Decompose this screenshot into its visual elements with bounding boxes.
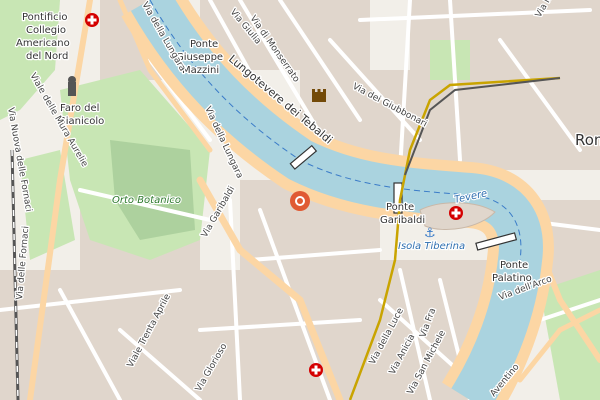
hospital-cross-icon[interactable]	[85, 13, 99, 27]
location-marker-icon[interactable]	[290, 191, 310, 211]
label-ponte-garibaldi-2: Garibaldi	[380, 215, 425, 226]
svg-text:⚓: ⚓	[424, 226, 436, 241]
label-roma: Roma	[575, 131, 600, 149]
label-americano: Americano	[16, 38, 70, 49]
label-faro-1: Faro del	[60, 103, 99, 114]
anchor-icon[interactable]: ⚓	[424, 226, 436, 241]
hospital-cross-icon[interactable]	[309, 363, 323, 377]
castle-icon[interactable]	[312, 89, 326, 102]
label-del-nord: del Nord	[26, 51, 68, 62]
map-canvas[interactable]: Pontificio Collegio Americano del Nord F…	[0, 0, 600, 400]
label-ponte-mazzini-3: Mazzini	[182, 65, 219, 76]
label-pontificio: Pontificio	[22, 12, 68, 23]
map-svg[interactable]: Pontificio Collegio Americano del Nord F…	[0, 0, 600, 400]
lighthouse-icon	[68, 76, 76, 96]
label-orto-botanico: Orto Botanico	[112, 195, 181, 206]
label-ponte-palatino-1: Ponte	[500, 260, 528, 271]
hospital-cross-icon[interactable]	[449, 206, 463, 220]
label-collegio: Collegio	[26, 25, 66, 36]
label-isola-tiberina: Isola Tiberina	[398, 241, 465, 252]
label-ponte-garibaldi-1: Ponte	[386, 202, 414, 213]
label-ponte-mazzini-1: Ponte	[190, 39, 218, 50]
